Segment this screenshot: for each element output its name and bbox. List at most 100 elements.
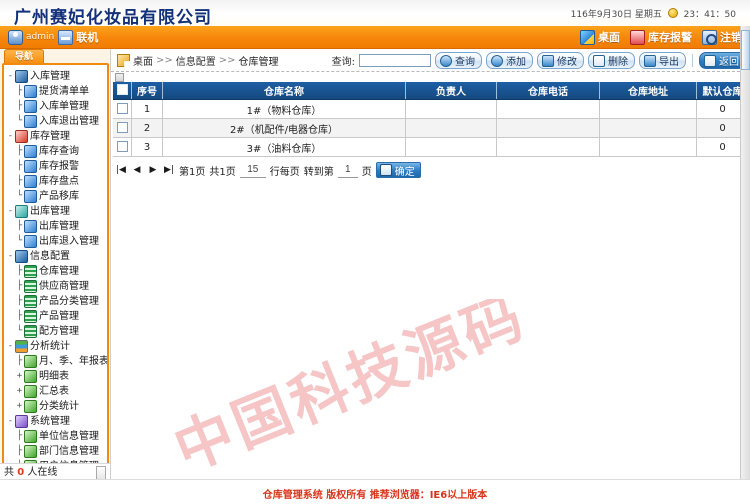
goto-confirm-button[interactable]: 确定 [375,162,421,178]
tree-expander-icon[interactable]: ├ [15,219,24,234]
sidebar-item-label: 信息配置 [30,251,70,262]
tree-expander-icon[interactable]: - [6,129,15,144]
row-checkbox[interactable] [116,121,128,133]
search-button[interactable]: 查询 [435,52,482,69]
sidebar-item-1[interactable]: ├ 提货清单单 [15,84,107,99]
tree-expander-icon[interactable]: ├ [15,99,24,114]
tree-expander-icon[interactable]: - [6,339,15,354]
breadcrumb-parent[interactable]: 信息配置 [176,53,216,68]
tree-expander-icon[interactable]: ├ [15,159,24,174]
sidebar-item-4[interactable]: - 库存管理 [6,129,107,144]
sidebar-item-21[interactable]: + 汇总表 [15,384,107,399]
sidebar-item-icon [24,85,37,98]
stock-alarm-button[interactable]: 库存报警 [630,29,692,45]
sidebar-item-18[interactable]: - 分析统计 [6,339,107,354]
tree-expander-icon[interactable]: ├ [15,429,24,444]
tree-expander-icon[interactable]: └ [15,234,24,249]
breadcrumb-home[interactable]: 桌面 [133,53,153,68]
grid-resize-grip[interactable] [115,73,124,82]
row-select-cell[interactable] [113,118,132,138]
tree-expander-icon[interactable]: ├ [15,354,24,369]
column-header-owner[interactable]: 负责人 [405,82,497,100]
table-row[interactable]: 2 2#（机配件/电器仓库） 0 [113,118,749,138]
sidebar-item-20[interactable]: + 明细表 [15,369,107,384]
sidebar-item-2[interactable]: ├ 入库单管理 [15,99,107,114]
tree-expander-icon[interactable]: ├ [15,264,24,279]
sidebar-item-6[interactable]: ├ 库存报警 [15,159,107,174]
tree-expander-icon[interactable]: - [6,69,15,84]
next-page-button[interactable]: ▶ [147,164,159,176]
sidebar-item-17[interactable]: └ 配方管理 [15,324,107,339]
current-user[interactable]: admin [8,29,54,45]
tree-expander-icon[interactable]: ├ [15,309,24,324]
tree-expander-icon[interactable]: └ [15,114,24,129]
tree-expander-icon[interactable]: - [6,249,15,264]
tree-expander-icon[interactable]: ├ [15,144,24,159]
table-row[interactable]: 1 1#（物料仓库） 0 [113,99,749,119]
row-checkbox[interactable] [116,140,128,152]
tree-expander-icon[interactable]: + [15,384,24,399]
back-button[interactable]: 返回 [699,52,746,69]
logout-button[interactable]: 注销 [702,29,742,45]
export-button[interactable]: 导出 [639,52,686,69]
desktop-button[interactable]: 桌面 [580,29,620,45]
sidebar-item-11[interactable]: └ 出库退入管理 [15,234,107,249]
sidebar-item-25[interactable]: ├ 部门信息管理 [15,444,107,459]
tree-expander-icon[interactable]: ├ [15,84,24,99]
last-page-button[interactable]: ▶| [163,164,175,176]
add-button[interactable]: 添加 [486,52,533,69]
sidebar-item-23[interactable]: - 系统管理 [6,414,107,429]
prev-page-button[interactable]: ◀ [131,164,143,176]
sidebar-item-7[interactable]: ├ 库存盘点 [15,174,107,189]
first-page-button[interactable]: |◀ [115,164,127,176]
sidebar-item-12[interactable]: - 信息配置 [6,249,107,264]
row-select-cell[interactable] [113,137,132,157]
table-row[interactable]: 3 3#（油料仓库） 0 [113,137,749,157]
sidebar-item-24[interactable]: ├ 单位信息管理 [15,429,107,444]
sidebar-item-icon [24,175,37,188]
row-select-cell[interactable] [113,99,132,119]
goto-page-input[interactable] [337,162,358,178]
sidebar-item-22[interactable]: + 分类统计 [15,399,107,414]
column-header-address[interactable]: 仓库地址 [599,82,697,100]
page-scrollbar[interactable] [740,26,750,504]
sidebar-item-14[interactable]: ├ 供应商管理 [15,279,107,294]
edit-button[interactable]: 修改 [537,52,584,69]
sidebar-item-label: 产品移库 [39,191,79,202]
sidebar-item-19[interactable]: ├ 月、季、年报表 [15,354,107,369]
sidebar-item-16[interactable]: ├ 产品管理 [15,309,107,324]
copyright-text: 仓库管理系统 版权所有 推荐浏览器：IE6以上版本 [262,490,488,501]
logout-icon [702,29,717,45]
datetime-display: 116年9月30日 星期五 23：41：50 [571,7,736,20]
sidebar-item-5[interactable]: ├ 库存查询 [15,144,107,159]
tree-expander-icon[interactable]: + [15,369,24,384]
column-header-name[interactable]: 仓库名称 [162,82,406,100]
delete-button[interactable]: 删除 [588,52,635,69]
column-header-phone[interactable]: 仓库电话 [496,82,600,100]
row-checkbox[interactable] [116,102,128,114]
select-all-checkbox[interactable] [116,84,128,95]
sidebar-item-0[interactable]: - 入库管理 [6,69,107,84]
column-header-index[interactable]: 序号 [131,82,163,100]
tree-expander-icon[interactable]: + [15,399,24,414]
sidebar-item-10[interactable]: ├ 出库管理 [15,219,107,234]
rows-per-page-input[interactable] [239,162,266,178]
sidebar-item-8[interactable]: └ 产品移库 [15,189,107,204]
tree-expander-icon[interactable]: └ [15,189,24,204]
tree-expander-icon[interactable]: - [6,414,15,429]
sidebar-item-9[interactable]: - 出库管理 [6,204,107,219]
online-mode-button[interactable]: 联机 [58,29,98,45]
tree-expander-icon[interactable]: - [6,204,15,219]
sidebar-item-13[interactable]: ├ 仓库管理 [15,264,107,279]
select-all-header[interactable] [113,82,132,100]
tree-expander-icon[interactable]: └ [15,324,24,339]
sidebar-item-3[interactable]: └ 入库退出管理 [15,114,107,129]
page-scrollbar-thumb[interactable] [741,30,750,70]
tree-expander-icon[interactable]: ├ [15,444,24,459]
search-input[interactable] [359,54,431,67]
tree-expander-icon[interactable]: ├ [15,174,24,189]
tree-expander-icon[interactable]: ├ [15,294,24,309]
tree-expander-icon[interactable]: ├ [15,279,24,294]
sidebar-item-15[interactable]: ├ 产品分类管理 [15,294,107,309]
workspace: 导航 - 入库管理 ├ 提货清单单 ├ 入库单管理 └ 入库退出管理 - 库存管理 ├ 库存查询 ├ 库存… [0,49,750,481]
